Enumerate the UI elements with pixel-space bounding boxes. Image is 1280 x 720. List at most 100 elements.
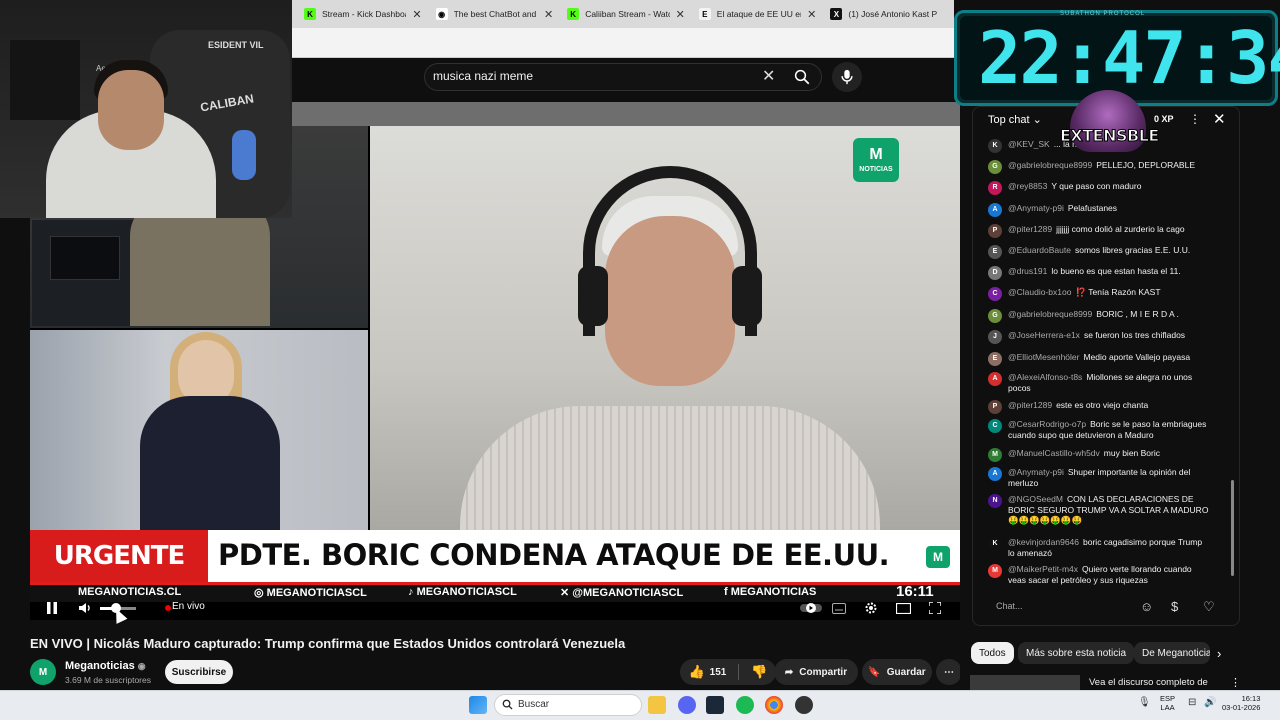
- next-video-thumbnail[interactable]: [970, 675, 1080, 690]
- chat-username[interactable]: @gabrielobreque8999: [1008, 160, 1092, 170]
- language-indicator[interactable]: ESP LAA: [1160, 694, 1175, 712]
- chat-scrollbar[interactable]: [1231, 480, 1234, 576]
- chat-username[interactable]: @drus191: [1008, 266, 1047, 276]
- chat-avatar[interactable]: E: [988, 352, 1002, 366]
- address-bar[interactable]: [292, 28, 954, 58]
- chat-username[interactable]: @KEV_SK: [1008, 139, 1050, 149]
- subscribe-button[interactable]: Suscribirse: [165, 660, 233, 684]
- heart-icon[interactable]: ♡: [1203, 599, 1215, 615]
- chat-message[interactable]: M @MaikerPetit-m4x Quiero verte llorando c…: [988, 564, 1210, 585]
- close-tab-icon[interactable]: ✕: [807, 8, 816, 21]
- chat-avatar[interactable]: M: [988, 564, 1002, 578]
- chat-username[interactable]: @piter1289: [1008, 400, 1052, 410]
- browser-tab-kick-dashboard[interactable]: K Stream - Kick Dashboard ✕: [298, 2, 428, 26]
- chat-message[interactable]: E @ElliotMesenhöler Medio aporte Vallejo p…: [988, 352, 1210, 366]
- chip-meganoticias[interactable]: De Meganoticias: [1134, 642, 1210, 664]
- chat-avatar[interactable]: P: [988, 400, 1002, 414]
- chat-message[interactable]: A @Anymaty-p9i Shuper importante la opinió…: [988, 467, 1210, 488]
- chat-avatar[interactable]: C: [988, 287, 1002, 301]
- browser-tab-caliiban-stream[interactable]: K Caliiban Stream - Watch L ✕: [561, 2, 691, 26]
- next-video-title[interactable]: Vea el discurso completo de: [1089, 677, 1208, 688]
- chat-avatar[interactable]: G: [988, 160, 1002, 174]
- pause-button[interactable]: [44, 596, 60, 620]
- chat-username[interactable]: @EduardoBaute: [1008, 245, 1071, 255]
- next-video-menu-icon[interactable]: ⋮: [1230, 676, 1241, 689]
- chat-avatar[interactable]: K: [988, 537, 1002, 551]
- chevron-right-icon[interactable]: ›: [1217, 646, 1221, 661]
- emoji-icon[interactable]: ☺: [1140, 599, 1153, 614]
- autoplay-toggle[interactable]: [800, 596, 822, 620]
- chat-username[interactable]: @JoseHerrera-e1x: [1008, 330, 1080, 340]
- chat-message[interactable]: P @piter1289 este es otro viejo chanta: [988, 400, 1210, 414]
- spotify-icon[interactable]: [736, 696, 754, 714]
- live-label[interactable]: En vivo: [172, 601, 205, 612]
- chat-message[interactable]: A @AlexeiAlfonso-t8s Miollones se alegra n…: [988, 372, 1210, 393]
- chat-avatar[interactable]: G: [988, 309, 1002, 323]
- close-tab-icon[interactable]: ✕: [544, 8, 553, 21]
- chip-more-news[interactable]: Más sobre esta noticia: [1018, 642, 1135, 664]
- microphone-tray-icon[interactable]: 🎙: [1138, 697, 1151, 708]
- chat-avatar[interactable]: N: [988, 494, 1002, 508]
- chat-mode-dropdown[interactable]: Top chat ⌄: [988, 113, 1042, 126]
- chat-username[interactable]: @gabrielobreque8999: [1008, 309, 1092, 319]
- system-clock[interactable]: 16:13 03-01-2026: [1222, 694, 1260, 712]
- thumbs-down-icon[interactable]: 👎: [751, 664, 767, 680]
- channel-name[interactable]: Meganoticias ◉: [65, 660, 146, 672]
- chat-message[interactable]: M @ManuelCastillo-wh5dv muy bien Boric: [988, 448, 1210, 462]
- browser-tab-ataque-eeuu[interactable]: E El ataque de EE UU en Ve ✕: [693, 2, 823, 26]
- chrome-icon[interactable]: [765, 696, 783, 714]
- chat-message[interactable]: N @NGOSeedM CON LAS DECLARACIONES DE BORIC…: [988, 494, 1210, 526]
- chat-username[interactable]: @rey8853: [1008, 181, 1047, 191]
- chat-avatar[interactable]: J: [988, 330, 1002, 344]
- like-button[interactable]: 👍 151: [688, 664, 726, 680]
- windows-start-icon[interactable]: [469, 696, 487, 714]
- chat-message[interactable]: A @Anymaty-p9i Pelafustanes: [988, 203, 1210, 217]
- voice-search-button[interactable]: [832, 62, 862, 92]
- chat-avatar[interactable]: C: [988, 419, 1002, 433]
- browser-tab-chatbot[interactable]: ◉ The best ChatBot and Wi ✕: [430, 2, 560, 26]
- chat-username[interactable]: @NGOSeedM: [1008, 494, 1063, 504]
- chat-message[interactable]: D @drus191 lo bueno es que estan hasta el …: [988, 266, 1210, 280]
- chat-avatar[interactable]: M: [988, 448, 1002, 462]
- save-button[interactable]: 🔖 Guardar: [862, 659, 932, 685]
- chat-avatar[interactable]: A: [988, 372, 1002, 386]
- chat-avatar[interactable]: E: [988, 245, 1002, 259]
- chat-username[interactable]: @AlexeiAlfonso-t8s: [1008, 372, 1082, 382]
- channel-avatar[interactable]: M: [30, 659, 56, 685]
- close-tab-icon[interactable]: ✕: [676, 8, 685, 21]
- live-progress-bar[interactable]: [30, 582, 960, 585]
- close-tab-icon[interactable]: ✕: [412, 8, 421, 21]
- browser-tab-kast[interactable]: X (1) José Antonio Kast P: [824, 2, 954, 26]
- taskbar-search[interactable]: [494, 694, 642, 716]
- fullscreen-button[interactable]: [926, 596, 944, 620]
- chat-username[interactable]: @Anymaty-p9i: [1008, 203, 1064, 213]
- chat-username[interactable]: @MaikerPetit-m4x: [1008, 564, 1078, 574]
- chat-avatar[interactable]: A: [988, 203, 1002, 217]
- chat-message[interactable]: K @kevinjordan9646 boric cagadisimo porque…: [988, 537, 1210, 558]
- file-explorer-icon[interactable]: [648, 696, 666, 714]
- theater-mode-button[interactable]: [894, 596, 912, 620]
- chat-message[interactable]: C @Claudio-bx1oo ⁉️ Tenía Razón KAST: [988, 287, 1210, 301]
- chat-message[interactable]: R @rey8853 Y que paso con maduro: [988, 181, 1210, 195]
- chat-message[interactable]: E @EduardoBaute somos libres gracias E.E. …: [988, 245, 1210, 259]
- search-icon[interactable]: [793, 68, 811, 86]
- super-chat-icon[interactable]: $: [1171, 599, 1178, 614]
- chat-message[interactable]: G @gabrielobreque8999 BORIC , M I E R D A …: [988, 309, 1210, 323]
- discord-icon[interactable]: [678, 696, 696, 714]
- chat-username[interactable]: @piter1289: [1008, 224, 1052, 234]
- close-chat-icon[interactable]: ✕: [1213, 110, 1226, 128]
- share-button[interactable]: ➦ Compartir: [774, 659, 858, 685]
- settings-button[interactable]: [862, 596, 880, 620]
- more-actions-button[interactable]: ⋯: [936, 659, 962, 685]
- obs-icon[interactable]: [795, 696, 813, 714]
- chat-message[interactable]: P @piter1289 jjjjjjj como dolió al zurderi…: [988, 224, 1210, 238]
- steam-icon[interactable]: [706, 696, 724, 714]
- chat-username[interactable]: @ManuelCastillo-wh5dv: [1008, 448, 1100, 458]
- chat-avatar[interactable]: R: [988, 181, 1002, 195]
- chat-username[interactable]: @Claudio-bx1oo: [1008, 287, 1071, 297]
- chat-username[interactable]: @ElliotMesenhöler: [1008, 352, 1079, 362]
- chat-menu-icon[interactable]: ⋮: [1189, 112, 1201, 126]
- chip-todos[interactable]: Todos: [971, 642, 1014, 664]
- chat-message[interactable]: C @CesarRodrigo-o7p Boric se le paso la em…: [988, 419, 1210, 440]
- chat-username[interactable]: @Anymaty-p9i: [1008, 467, 1064, 477]
